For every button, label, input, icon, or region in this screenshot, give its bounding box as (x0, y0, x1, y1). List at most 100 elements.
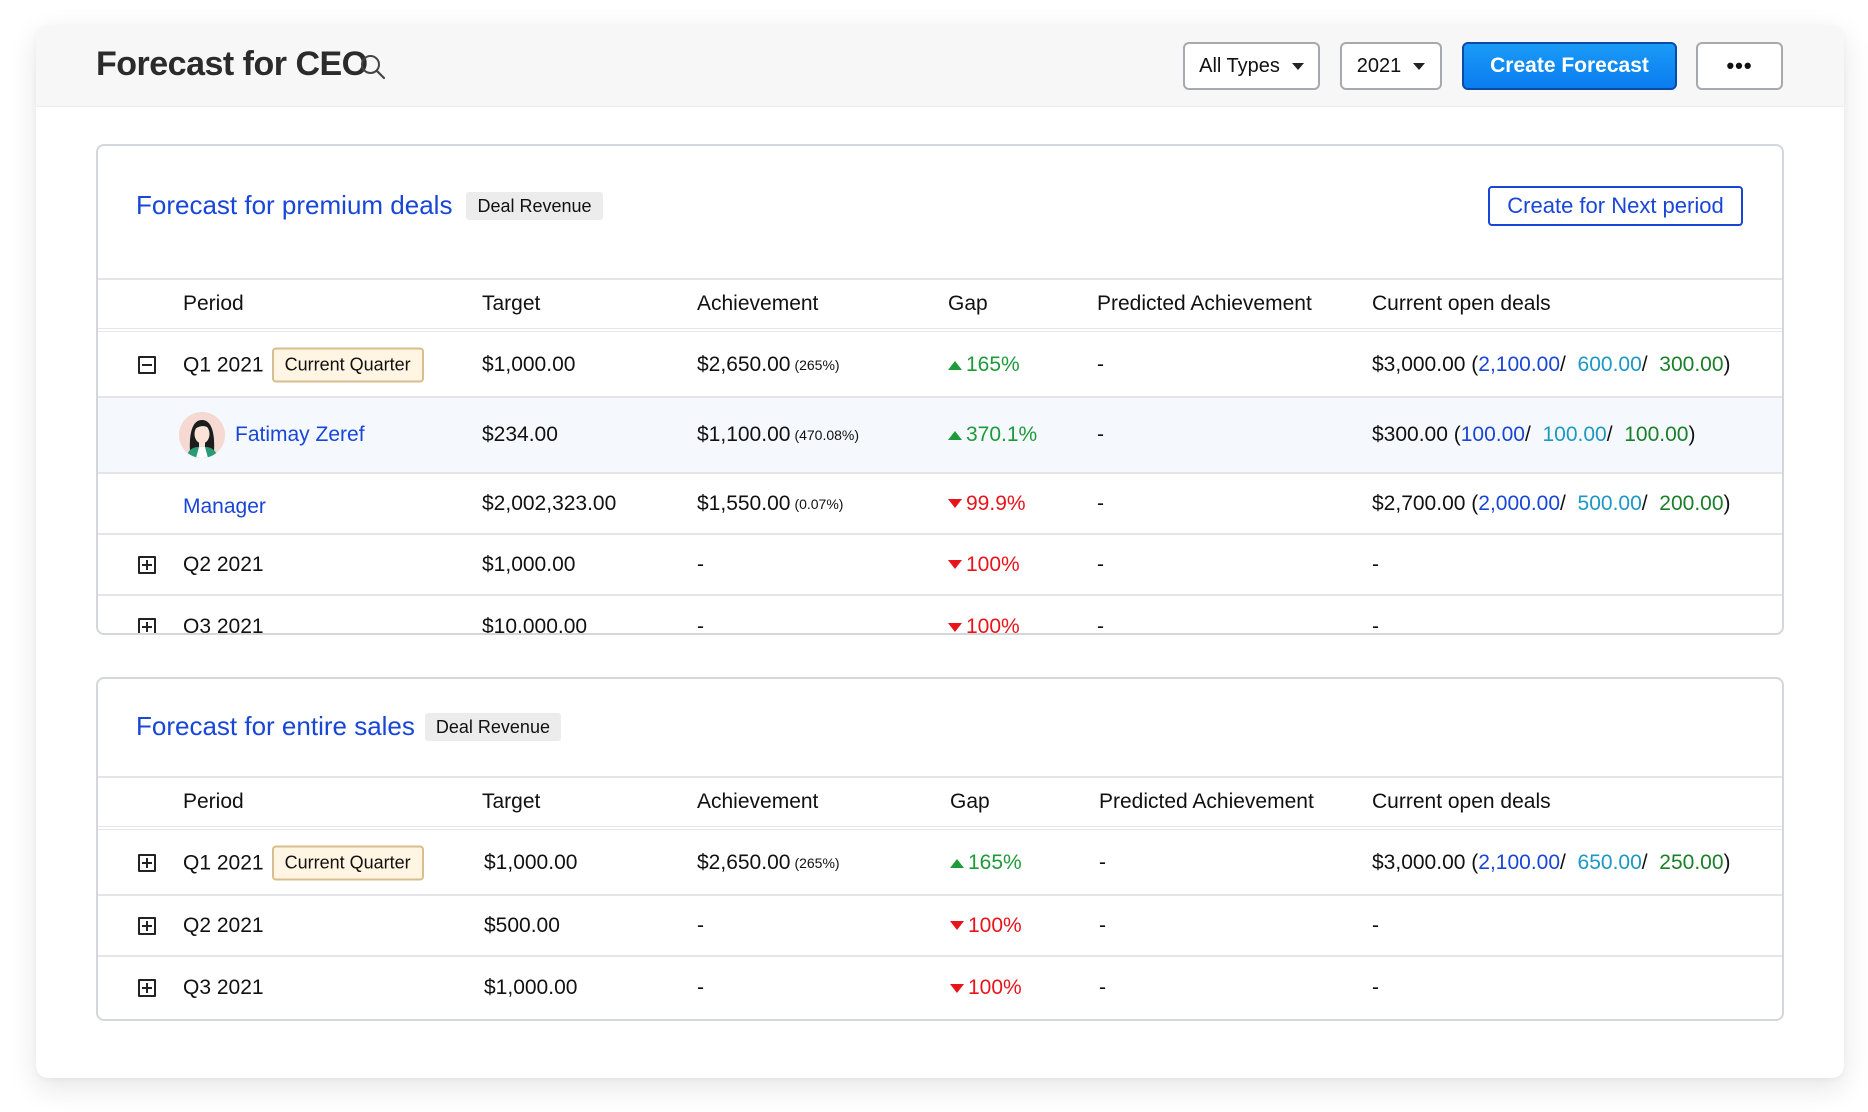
target-value: $10,000.00 (482, 615, 588, 635)
period-label: Q3 2021 (183, 615, 264, 635)
forecast-title-link[interactable]: Forecast for entire sales (136, 711, 415, 742)
table-row: Q3 2021 $10,000.00 - 100% - - (98, 596, 1782, 635)
period-label: Q2 2021 (183, 552, 264, 576)
open-deals-link-c[interactable]: 100.00 (1624, 423, 1688, 447)
period-label: Q3 2021 (183, 976, 264, 999)
predicted-value: - (1097, 491, 1104, 515)
arrow-up-icon (950, 858, 964, 868)
achievement-value: $1,550.00 (697, 491, 791, 515)
open-deals-link-b[interactable]: 600.00 (1578, 353, 1642, 377)
table-row-role: Manager $2,002,323.00 $1,550.00 (0.07%) … (98, 474, 1782, 535)
role-link[interactable]: Manager (183, 495, 266, 519)
open-deals-link-b[interactable]: 650.00 (1578, 851, 1642, 875)
predicted-value: - (1099, 851, 1106, 874)
expand-icon[interactable] (138, 555, 156, 574)
column-header-period: Period (183, 790, 244, 813)
column-header-gap: Gap (950, 790, 990, 813)
open-deals-total: - (1372, 615, 1379, 635)
gap-value: 165% (966, 353, 1020, 376)
open-deals-total: $3,000.00 (1372, 851, 1466, 874)
open-deals-link-b[interactable]: 500.00 (1578, 492, 1642, 516)
caret-down-icon (1413, 62, 1426, 70)
gap-cell: 100% (948, 615, 1020, 633)
open-deals-total: - (1372, 552, 1379, 576)
expand-toggle[interactable] (138, 979, 156, 997)
user-name-link[interactable]: Fatimay Zeref (235, 423, 365, 447)
forecast-title-group: Forecast for premium deals Deal Revenue (136, 190, 603, 221)
predicted-value: - (1099, 976, 1106, 999)
predicted-value: - (1099, 913, 1106, 937)
column-header-predicted: Predicted Achievement (1097, 292, 1312, 315)
forecast-type-tag: Deal Revenue (424, 712, 561, 741)
type-filter-dropdown[interactable]: All Types (1183, 42, 1320, 90)
open-deals-cell: $3,000.00 (2,100.00/ 650.00/ 250.00) (1372, 851, 1731, 875)
gap-value: 99.9% (966, 491, 1026, 515)
expand-icon[interactable] (138, 916, 156, 935)
open-deals-link-a[interactable]: 100.00 (1461, 423, 1525, 447)
create-next-period-button[interactable]: Create for Next period (1488, 186, 1743, 226)
open-deals-total: - (1372, 976, 1379, 999)
gap-cell: 100% (948, 553, 1020, 577)
period-label: Q2 2021 (183, 913, 264, 937)
open-deals-link-a[interactable]: 2,100.00 (1478, 353, 1560, 377)
arrow-down-icon (948, 560, 962, 569)
expand-toggle[interactable] (138, 618, 156, 633)
expand-toggle[interactable] (138, 555, 156, 574)
predicted-value: - (1097, 615, 1104, 635)
target-value: $1,000.00 (482, 353, 576, 376)
open-deals-link-a[interactable]: 2,100.00 (1478, 851, 1560, 875)
expand-toggle[interactable] (138, 916, 156, 935)
target-value: $234.00 (482, 423, 558, 446)
period-label: Q1 2021 (183, 851, 264, 874)
table-header: Period Target Achievement Gap Predicted … (98, 776, 1782, 830)
expand-icon[interactable] (138, 854, 156, 872)
expand-icon[interactable] (138, 618, 156, 633)
collapse-toggle[interactable] (138, 356, 156, 374)
open-deals-link-c[interactable]: 250.00 (1659, 851, 1723, 875)
table-row: Q3 2021 $1,000.00 - 100% - - (98, 957, 1782, 1019)
achievement-percent: (470.08%) (794, 427, 860, 443)
create-forecast-button[interactable]: Create Forecast (1462, 42, 1677, 90)
gap-cell: 100% (950, 914, 1022, 938)
open-deals-link-a[interactable]: 2,000.00 (1478, 492, 1560, 516)
open-deals-cell: $300.00 (100.00/ 100.00/ 100.00) (1372, 423, 1696, 447)
column-header-open-deals: Current open deals (1372, 292, 1551, 315)
achievement-value: - (697, 913, 704, 937)
collapse-icon[interactable] (138, 356, 156, 374)
open-deals-link-c[interactable]: 300.00 (1659, 353, 1723, 377)
gap-value: 100% (966, 552, 1020, 576)
current-quarter-badge: Current Quarter (271, 845, 424, 881)
table-row: Q1 2021 Current Quarter $1,000.00 $2,650… (98, 334, 1782, 398)
open-deals-link-c[interactable]: 200.00 (1659, 492, 1723, 516)
gap-cell: 165% (948, 353, 1020, 377)
achievement-percent: (265%) (794, 855, 840, 871)
target-value: $1,000.00 (484, 976, 578, 999)
arrow-down-icon (948, 499, 962, 508)
target-value: $1,000.00 (484, 851, 578, 874)
year-filter-label: 2021 (1356, 54, 1402, 77)
target-value: $500.00 (484, 913, 560, 937)
table-header: Period Target Achievement Gap Predicted … (98, 278, 1782, 332)
achievement-percent: (0.07%) (794, 495, 844, 512)
achievement-cell: $1,550.00 (0.07%) (697, 492, 843, 516)
user-cell: Fatimay Zeref (179, 412, 365, 458)
page-title: Forecast for CEO (96, 45, 368, 83)
forecast-card-entire-sales: Forecast for entire sales Deal Revenue P… (96, 677, 1784, 1021)
column-header-target: Target (482, 292, 541, 315)
open-deals-link-b[interactable]: 100.00 (1543, 423, 1607, 447)
arrow-down-icon (950, 983, 964, 993)
table-row: Q2 2021 $1,000.00 - 100% - - (98, 535, 1782, 596)
search-icon[interactable] (359, 53, 387, 81)
expand-toggle[interactable] (138, 854, 156, 872)
more-options-button[interactable]: ••• (1696, 42, 1783, 90)
column-header-achievement: Achievement (697, 292, 819, 315)
arrow-up-icon (948, 360, 962, 370)
arrow-down-icon (948, 622, 962, 632)
year-filter-dropdown[interactable]: 2021 (1340, 42, 1442, 90)
expand-icon[interactable] (138, 979, 156, 997)
open-deals-cell: $3,000.00 (2,100.00/ 600.00/ 300.00) (1372, 353, 1731, 377)
table-row: Q2 2021 $500.00 - 100% - - (98, 896, 1782, 957)
target-value: $1,000.00 (482, 552, 576, 576)
achievement-value: $2,650.00 (697, 851, 791, 874)
forecast-title-link[interactable]: Forecast for premium deals (136, 190, 452, 221)
